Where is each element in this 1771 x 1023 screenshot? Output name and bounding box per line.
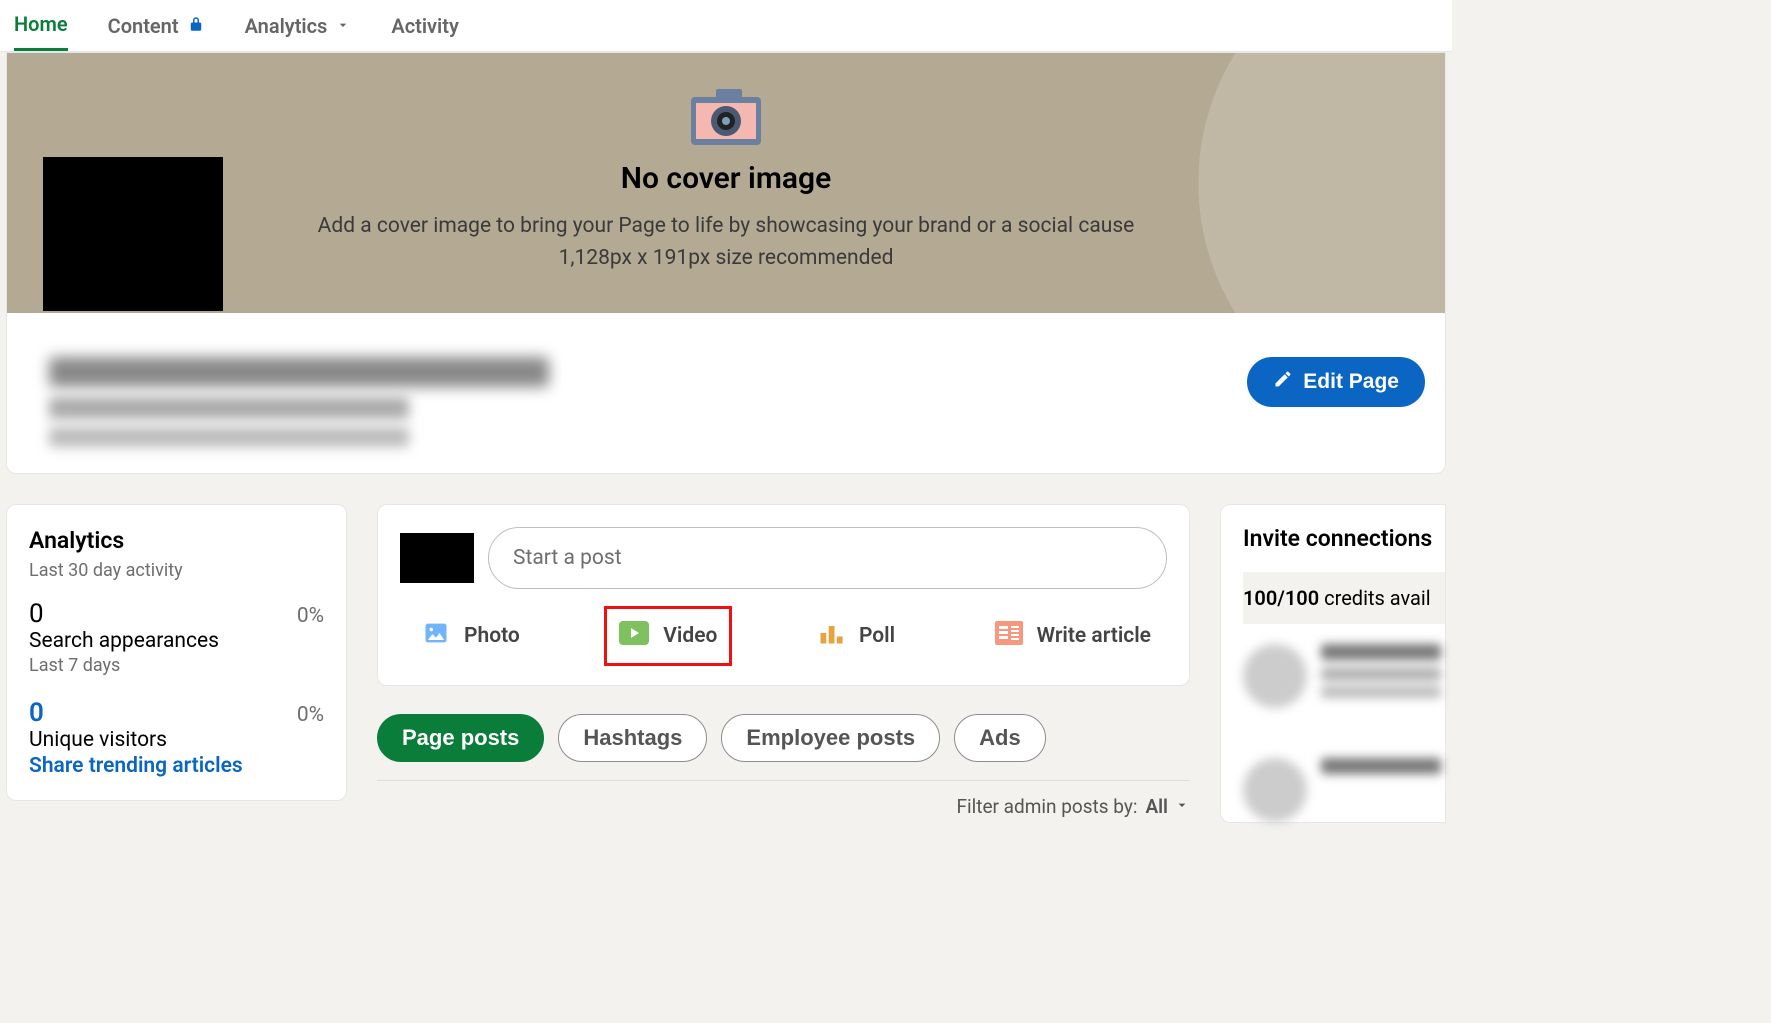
chevron-down-icon	[335, 14, 351, 38]
compose-card: Start a post Photo Video	[377, 504, 1190, 686]
start-post-input[interactable]: Start a post	[488, 527, 1167, 589]
lock-icon	[187, 14, 205, 38]
tab-activity[interactable]: Activity	[391, 0, 459, 51]
analytics-card: Analytics Last 30 day activity 0 0% Sear…	[6, 504, 347, 801]
filter-dropdown[interactable]: All	[1145, 795, 1190, 818]
poll-icon	[817, 619, 845, 653]
unique-visitors-label: Unique visitors	[29, 728, 324, 752]
analytics-subtitle: Last 30 day activity	[29, 560, 324, 581]
photo-icon	[422, 619, 450, 653]
camera-icon	[686, 89, 766, 149]
tab-content[interactable]: Content	[108, 0, 205, 51]
video-label: Video	[663, 624, 717, 648]
video-icon	[619, 621, 649, 651]
search-appearances-label: Search appearances	[29, 629, 324, 653]
org-meta	[49, 427, 409, 447]
credits-row: 100/100 credits avail	[1243, 572, 1445, 624]
pill-ads[interactable]: Ads	[954, 714, 1046, 762]
tab-home[interactable]: Home	[14, 0, 68, 51]
feed-filter-pills: Page posts Hashtags Employee posts Ads	[377, 714, 1190, 762]
chevron-down-icon	[1174, 795, 1190, 818]
invite-card: Invite connections 100/100 credits avail	[1220, 504, 1446, 823]
invite-title: Invite connections	[1243, 525, 1445, 552]
pill-hashtags[interactable]: Hashtags	[558, 714, 707, 762]
write-article-button[interactable]: Write article	[987, 613, 1159, 659]
filter-label: Filter admin posts by:	[957, 795, 1138, 818]
write-article-label: Write article	[1037, 624, 1151, 648]
share-trending-link[interactable]: Share trending articles	[29, 754, 324, 778]
page-header-card: No cover image Add a cover image to brin…	[6, 52, 1446, 474]
unique-visitors-value[interactable]: 0	[29, 698, 44, 728]
search-appearances-value: 0	[29, 599, 44, 629]
edit-page-button[interactable]: Edit Page	[1247, 357, 1425, 407]
poll-button[interactable]: Poll	[809, 613, 903, 659]
org-info	[49, 357, 549, 447]
article-icon	[995, 621, 1023, 651]
cover-decoration	[1055, 53, 1445, 313]
search-appearances-pct: 0%	[297, 604, 324, 628]
pill-employee-posts[interactable]: Employee posts	[721, 714, 940, 762]
top-tabs: Home Content Analytics Activity	[0, 0, 1452, 52]
unique-visitors-pct: 0%	[297, 703, 324, 727]
connection-item[interactable]	[1243, 708, 1445, 822]
compose-avatar	[400, 533, 474, 583]
cover-title: No cover image	[621, 161, 831, 196]
poll-label: Poll	[859, 624, 895, 648]
cover-desc: Add a cover image to bring your Page to …	[318, 214, 1135, 238]
video-button[interactable]: Video	[611, 613, 725, 659]
tab-analytics[interactable]: Analytics	[245, 0, 352, 51]
credits-count: 100/100	[1243, 586, 1319, 610]
page-avatar[interactable]	[43, 157, 223, 311]
search-appearances-sub: Last 7 days	[29, 655, 324, 676]
org-name	[49, 357, 549, 387]
avatar	[1243, 644, 1307, 708]
edit-page-label: Edit Page	[1303, 370, 1399, 394]
credits-text: credits avail	[1319, 586, 1430, 610]
cover-size: 1,128px x 191px size recommended	[559, 246, 894, 270]
filter-row: Filter admin posts by: All	[377, 780, 1190, 818]
analytics-title: Analytics	[29, 527, 324, 554]
photo-button[interactable]: Photo	[414, 613, 528, 659]
pencil-icon	[1273, 369, 1293, 395]
filter-value: All	[1145, 795, 1168, 818]
org-tagline	[49, 397, 409, 419]
tab-content-label: Content	[108, 14, 179, 38]
avatar	[1243, 758, 1307, 822]
connection-item[interactable]	[1243, 624, 1445, 708]
photo-label: Photo	[464, 624, 520, 648]
tab-analytics-label: Analytics	[245, 14, 328, 38]
pill-page-posts[interactable]: Page posts	[377, 714, 544, 762]
